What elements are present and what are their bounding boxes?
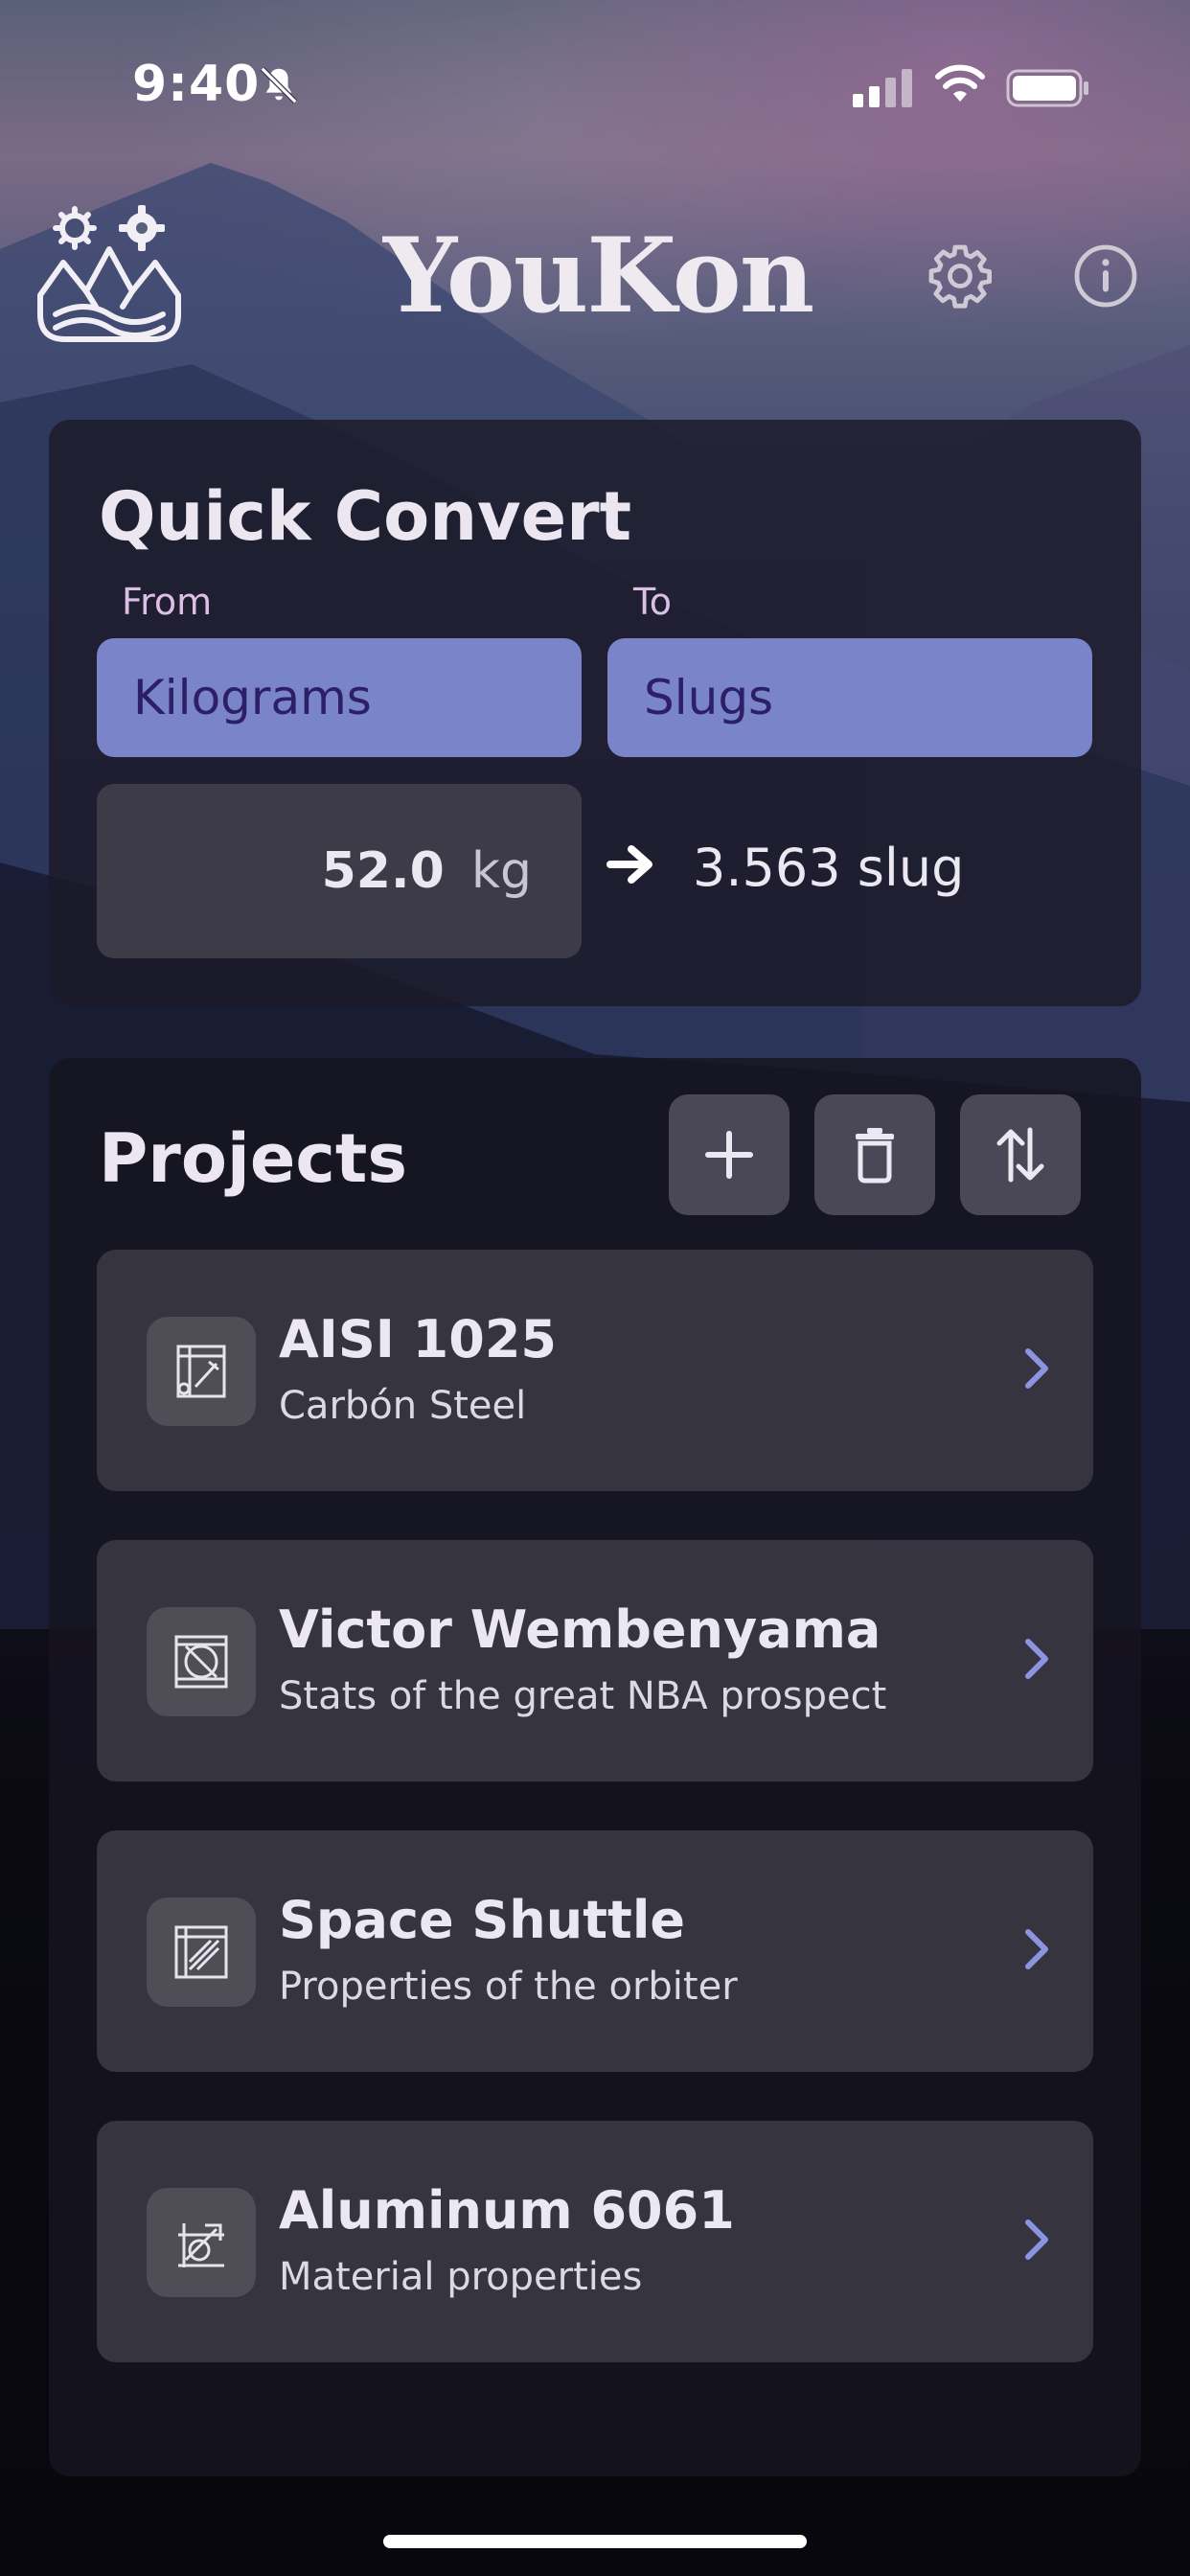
bell-slash-icon xyxy=(260,66,298,104)
quick-convert-title: Quick Convert xyxy=(99,477,632,556)
project-description: Properties of the orbiter xyxy=(279,1965,738,2009)
chevron-right-icon xyxy=(1025,1929,1048,1969)
home-indicator[interactable] xyxy=(383,2535,807,2548)
blueprint-icon xyxy=(147,1317,256,1426)
project-description: Stats of the great NBA prospect xyxy=(279,1674,887,1718)
input-value: 52.0 xyxy=(321,842,445,900)
status-time: 9:40 xyxy=(132,56,261,113)
project-name: Aluminum 6061 xyxy=(279,2180,735,2241)
from-unit-select[interactable]: Kilograms xyxy=(97,638,582,757)
chevron-right-icon xyxy=(1025,2220,1048,2260)
gear-icon xyxy=(928,244,992,309)
sort-arrows-icon xyxy=(996,1127,1044,1183)
project-name: Victor Wembenyama xyxy=(279,1599,881,1660)
info-button[interactable] xyxy=(1071,242,1140,310)
add-project-button[interactable] xyxy=(669,1094,790,1215)
project-name: AISI 1025 xyxy=(279,1309,557,1369)
plus-icon xyxy=(705,1131,753,1179)
value-input[interactable]: 52.0 kg xyxy=(97,784,582,958)
chevron-right-icon xyxy=(1025,1639,1048,1679)
input-unit: kg xyxy=(470,842,532,900)
project-name: Space Shuttle xyxy=(279,1890,685,1950)
info-icon xyxy=(1074,244,1137,308)
blueprint-icon xyxy=(147,1898,256,2007)
wifi-icon xyxy=(935,64,985,102)
from-label: From xyxy=(122,581,213,623)
to-label: To xyxy=(633,581,673,623)
to-unit-select[interactable]: Slugs xyxy=(607,638,1092,757)
blueprint-icon xyxy=(147,2188,256,2297)
quick-convert-card: Quick Convert From To Kilograms Slugs 52… xyxy=(49,420,1141,1006)
arrow-right-icon xyxy=(606,845,652,884)
conversion-result: 3.563 slug xyxy=(693,838,965,898)
project-item[interactable]: Space Shuttle Properties of the orbiter xyxy=(97,1830,1093,2072)
project-item[interactable]: Aluminum 6061 Material properties xyxy=(97,2121,1093,2362)
chevron-right-icon xyxy=(1025,1348,1048,1389)
project-description: Carbón Steel xyxy=(279,1384,527,1428)
blueprint-icon xyxy=(147,1607,256,1716)
signal-icon xyxy=(853,69,912,107)
battery-icon xyxy=(1006,69,1088,107)
mountain-gears-logo xyxy=(37,205,181,342)
projects-title: Projects xyxy=(99,1119,408,1198)
delete-project-button[interactable] xyxy=(814,1094,935,1215)
project-item[interactable]: AISI 1025 Carbón Steel xyxy=(97,1250,1093,1491)
trash-icon xyxy=(856,1128,894,1184)
app-title: YouKon xyxy=(383,216,814,336)
sort-projects-button[interactable] xyxy=(960,1094,1081,1215)
settings-button[interactable] xyxy=(926,242,995,310)
status-bar: 9:40 xyxy=(0,0,1190,134)
project-description: Material properties xyxy=(279,2255,643,2299)
project-item[interactable]: Victor Wembenyama Stats of the great NBA… xyxy=(97,1540,1093,1782)
projects-card: Projects AISI 1025 Carbón Steel Victor W… xyxy=(49,1058,1141,2476)
